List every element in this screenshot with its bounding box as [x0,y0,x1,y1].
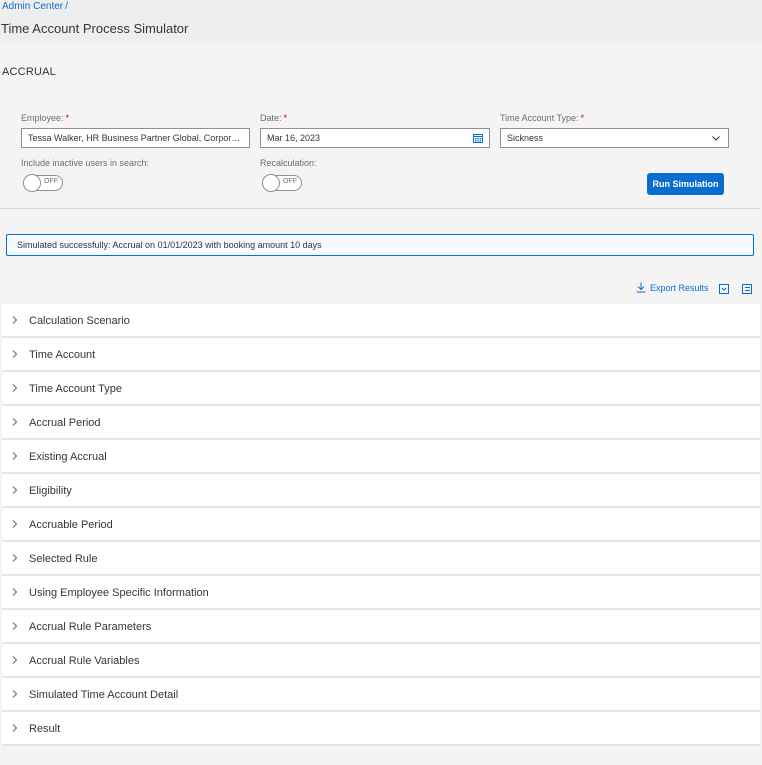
required-marker: * [283,113,288,123]
required-marker: * [580,113,585,123]
switch-knob [262,174,280,192]
employee-field[interactable]: Tessa Walker, HR Business Partner Global… [21,128,250,148]
panel-title: Selected Rule [29,553,98,565]
employee-value: Tessa Walker, HR Business Partner Global… [28,133,243,143]
employee-label: Employee: * [21,113,69,123]
page-title: Time Account Process Simulator [1,21,189,36]
panel-title: Time Account Type [29,383,122,395]
run-simulation-button[interactable]: Run Simulation [647,173,724,195]
chevron-right-icon [12,384,18,392]
time-account-type-value: Sickness [507,133,544,143]
date-label: Date: * [260,113,287,123]
chevron-down-icon[interactable] [711,133,721,143]
expandable-panel[interactable]: Time Account [2,338,760,372]
expandable-panel[interactable]: Using Employee Specific Information [2,576,760,610]
chevron-right-icon [12,316,18,324]
employee-label-text: Employee: [21,113,64,123]
breadcrumb-link-admin-center[interactable]: Admin Center [2,1,63,12]
panel-list: Calculation Scenario Time Account Time Acc… [2,304,760,746]
expandable-panel[interactable]: Selected Rule [2,542,760,576]
expand-all-icon[interactable] [742,283,753,294]
chevron-right-icon [12,486,18,494]
switch-state: OFF [44,178,58,185]
chevron-right-icon [12,690,18,698]
chevron-right-icon [12,554,18,562]
expandable-panel[interactable]: Eligibility [2,474,760,508]
expandable-panel[interactable]: Result [2,712,760,746]
chevron-right-icon [12,588,18,596]
panel-title: Time Account [29,349,96,361]
divider [0,208,760,209]
export-icon [636,282,646,293]
success-message-strip: Simulated successfully: Accrual on 01/01… [6,234,754,256]
switch-knob [23,174,41,192]
chevron-right-icon [12,622,18,630]
panel-title: Eligibility [29,485,72,497]
expandable-panel[interactable]: Simulated Time Account Detail [2,678,760,712]
time-account-type-label-text: Time Account Type: [500,113,579,123]
chevron-right-icon [12,520,18,528]
include-inactive-label: Include inactive users in search: [21,158,150,168]
expandable-panel[interactable]: Existing Accrual [2,440,760,474]
required-marker: * [65,113,70,123]
recalculation-switch[interactable]: OFF [262,174,302,192]
expandable-panel[interactable]: Accrual Rule Variables [2,644,760,678]
page-header: Admin Center / Time Account Process Simul… [0,0,762,41]
panel-title: Simulated Time Account Detail [29,689,179,701]
breadcrumb: Admin Center / [2,1,68,12]
panel-title: Accruable Period [29,519,113,531]
collapse-all-icon[interactable] [719,283,730,294]
panel-title: Accrual Period [29,417,101,429]
panel-title: Accrual Rule Variables [29,655,140,667]
switch-state: OFF [283,178,297,185]
export-results-button[interactable]: Export Results [636,282,709,293]
export-results-label: Export Results [650,282,709,293]
panel-title: Using Employee Specific Information [29,587,209,599]
panel-title: Calculation Scenario [29,315,130,327]
section-title: ACCRUAL [2,66,56,78]
chevron-right-icon [12,656,18,664]
date-label-text: Date: [260,113,282,123]
expandable-panel[interactable]: Time Account Type [2,372,760,406]
expandable-panel[interactable]: Accruable Period [2,508,760,542]
time-account-type-select[interactable]: Sickness [500,128,729,148]
chevron-right-icon [12,350,18,358]
date-field[interactable]: Mar 16, 2023 [260,128,490,148]
date-value: Mar 16, 2023 [267,133,321,143]
chevron-right-icon [12,724,18,732]
expandable-panel[interactable]: Calculation Scenario [2,304,760,338]
expandable-panel[interactable]: Accrual Period [2,406,760,440]
calendar-icon[interactable] [473,133,483,143]
include-inactive-switch[interactable]: OFF [23,174,63,192]
recalculation-label: Recalculation: [260,158,317,168]
time-account-type-label: Time Account Type: * [500,113,584,123]
chevron-right-icon [12,452,18,460]
expandable-panel[interactable]: Accrual Rule Parameters [2,610,760,644]
chevron-right-icon [12,418,18,426]
breadcrumb-separator: / [65,1,68,12]
panel-title: Existing Accrual [29,451,107,463]
panel-title: Result [29,723,61,735]
panel-title: Accrual Rule Parameters [29,621,152,633]
